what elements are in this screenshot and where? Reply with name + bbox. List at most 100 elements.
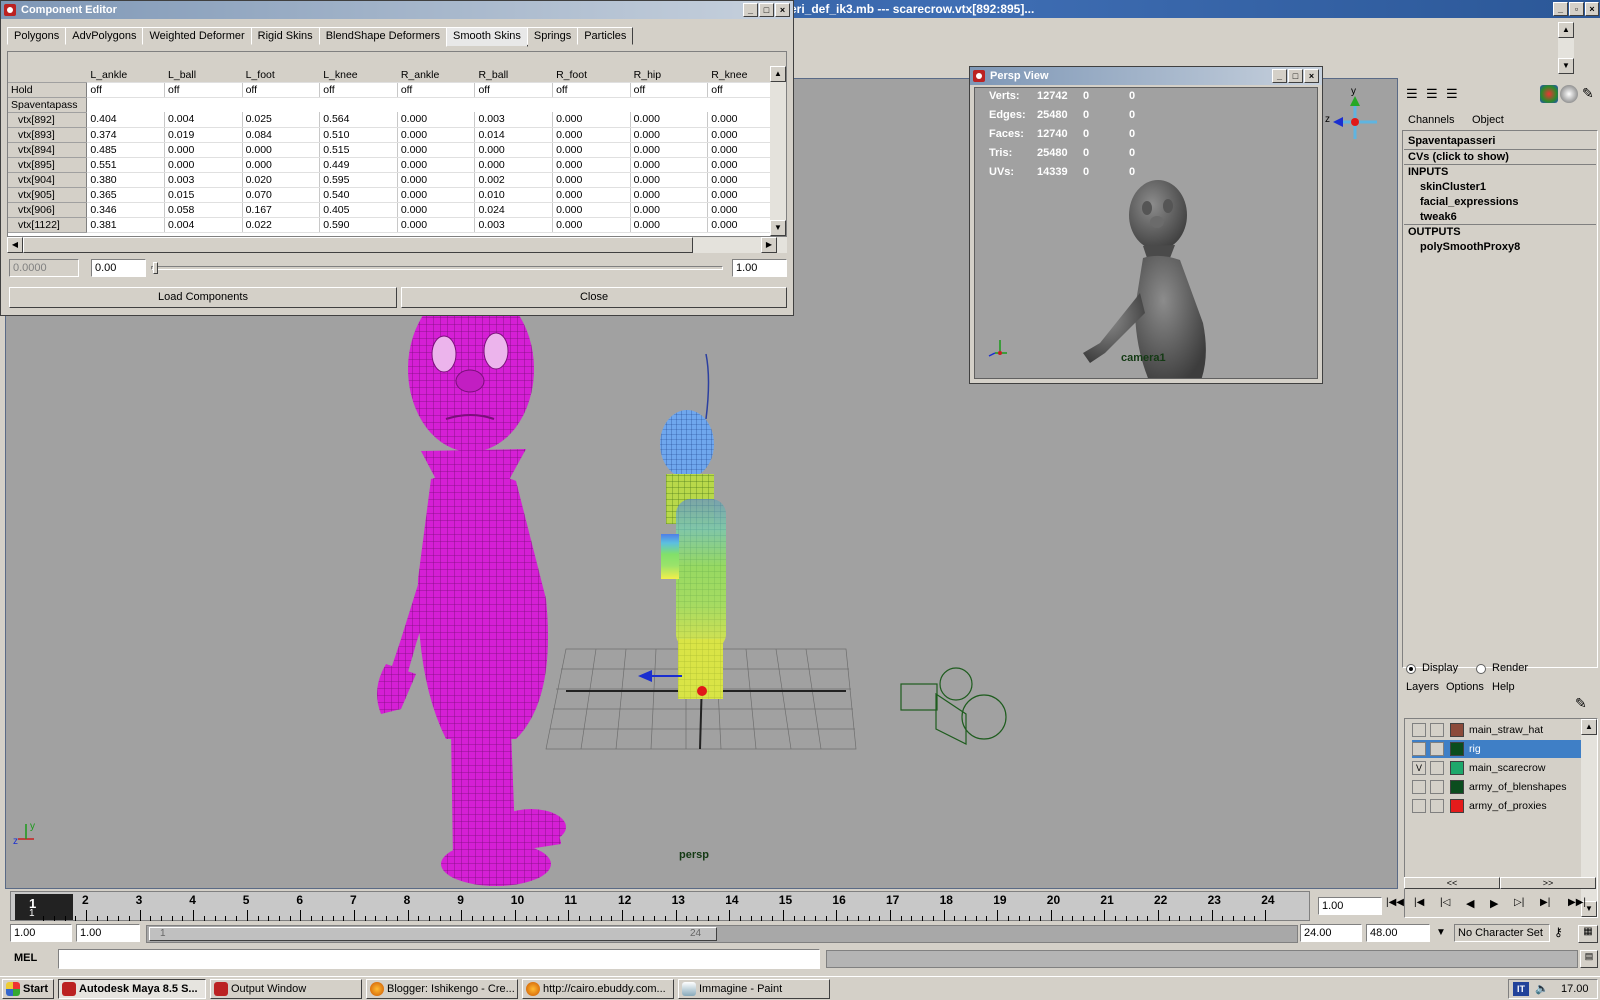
weight-cell[interactable]: 0.000 <box>397 127 476 143</box>
tab-smooth-skins[interactable]: Smooth Skins <box>446 27 528 47</box>
tab-weighted-deformer[interactable]: Weighted Deformer <box>142 27 252 45</box>
task-maya[interactable]: Autodesk Maya 8.5 S... <box>58 979 206 999</box>
weight-cell[interactable]: 0.000 <box>630 172 709 188</box>
weight-cell[interactable]: 0.000 <box>630 217 709 233</box>
playback-start-field[interactable]: 1.00 <box>76 924 140 942</box>
render-icon[interactable] <box>1540 85 1558 103</box>
language-indicator[interactable]: IT <box>1513 982 1529 996</box>
end-time-field[interactable]: 48.00 <box>1366 924 1430 942</box>
weight-cell[interactable]: 0.381 <box>86 217 166 233</box>
table-row[interactable]: vtx[1122] 0.381 0.004 0.022 0.590 0.000 0.003 0… <box>8 217 786 233</box>
playback-end-field[interactable]: 24.00 <box>1300 924 1362 942</box>
slider-max-field[interactable]: 1.00 <box>732 259 787 277</box>
persp-view-titlebar[interactable]: Persp View _ □ × <box>970 67 1322 85</box>
render-radio[interactable] <box>1476 664 1486 674</box>
layers-menu[interactable]: Layers <box>1406 681 1439 693</box>
layer-playback-toggle[interactable] <box>1430 742 1444 756</box>
load-components-button[interactable]: Load Components <box>9 287 397 308</box>
pv-maximize-button[interactable]: □ <box>1288 69 1303 83</box>
layer-row[interactable]: rig <box>1412 740 1584 758</box>
layer-visibility-toggle[interactable] <box>1412 723 1426 737</box>
play-backwards-button[interactable]: ◀ <box>1466 897 1474 910</box>
column-header-l-foot[interactable]: L_foot <box>242 67 321 83</box>
task-ebuddy[interactable]: http://cairo.ebuddy.com... <box>522 979 674 999</box>
step-back-key-button[interactable]: |◁ <box>1440 897 1450 908</box>
weight-cell[interactable]: 0.020 <box>242 172 321 188</box>
layer-color-swatch[interactable] <box>1450 742 1464 756</box>
ce-minimize-button[interactable]: _ <box>743 3 758 17</box>
view-axis-gizmo[interactable]: y z <box>1325 84 1385 154</box>
weight-cell[interactable]: 0.000 <box>397 217 476 233</box>
vertex-row-header[interactable]: vtx[895] <box>8 157 88 173</box>
column-header-l-knee[interactable]: L_knee <box>319 67 398 83</box>
channels-menu[interactable]: Channels <box>1408 114 1454 126</box>
table-scroll-right[interactable]: ▶ <box>761 237 777 253</box>
layer-visibility-toggle[interactable]: V <box>1412 761 1426 775</box>
step-back-button[interactable]: |◀ <box>1414 897 1424 908</box>
weight-cell[interactable]: 0.000 <box>474 142 554 158</box>
hold-cell[interactable]: off <box>319 82 398 98</box>
persp-view-viewport[interactable]: Verts: 12742 0 0 Edges: 25480 0 0 Faces: 12740 0 0 T… <box>974 87 1318 379</box>
weight-cell[interactable]: 0.000 <box>397 112 476 128</box>
weight-cell[interactable]: 0.084 <box>242 127 321 143</box>
column-header-r-ankle[interactable]: R_ankle <box>397 67 476 83</box>
weight-cell[interactable]: 0.003 <box>164 172 243 188</box>
weight-cell[interactable]: 0.590 <box>319 217 398 233</box>
tab-rigid-skins[interactable]: Rigid Skins <box>250 27 320 45</box>
options-menu[interactable]: Options <box>1446 681 1484 693</box>
column-header-r-hip[interactable]: R_hip <box>630 67 709 83</box>
weight-cell[interactable]: 0.004 <box>164 112 243 128</box>
weight-cell[interactable]: 0.510 <box>319 127 398 143</box>
weight-cell[interactable]: 0.000 <box>552 172 631 188</box>
play-forwards-button[interactable]: ▶ <box>1490 897 1498 910</box>
vertex-row-header[interactable]: vtx[904] <box>8 172 88 188</box>
vertex-row-header[interactable]: vtx[906] <box>8 202 88 218</box>
collapse-right-button[interactable]: >> <box>1500 877 1596 889</box>
hold-cell[interactable]: off <box>397 82 476 98</box>
shelf-scroll-down[interactable]: ▼ <box>1558 58 1574 74</box>
range-slider-track[interactable]: 1 24 <box>146 925 1298 943</box>
weight-value-field[interactable]: 0.0000 <box>9 259 79 277</box>
layer-visibility-toggle[interactable] <box>1412 799 1426 813</box>
weight-cell[interactable]: 0.540 <box>319 187 398 203</box>
character-set-dropdown-arrow[interactable]: ▼ <box>1432 924 1450 942</box>
weight-cell[interactable]: 0.515 <box>319 142 398 158</box>
vertex-row-header[interactable]: vtx[905] <box>8 187 88 203</box>
weight-cell[interactable]: 0.000 <box>397 172 476 188</box>
vertex-row-header[interactable]: vtx[894] <box>8 142 88 158</box>
weight-cell[interactable]: 0.002 <box>474 172 554 188</box>
column-header-l-ankle[interactable]: L_ankle <box>86 67 166 83</box>
weight-cell[interactable]: 0.019 <box>164 127 243 143</box>
weight-cell[interactable]: 0.022 <box>242 217 321 233</box>
weight-cell[interactable]: 0.000 <box>552 187 631 203</box>
weight-slider-track[interactable] <box>151 266 723 270</box>
anim-prefs-icon[interactable]: ▦ <box>1578 925 1598 943</box>
layer-color-swatch[interactable] <box>1450 761 1464 775</box>
magenta-scarecrow-mesh[interactable] <box>377 286 566 886</box>
layer-color-swatch[interactable] <box>1450 780 1464 794</box>
weight-cell[interactable]: 0.000 <box>552 202 631 218</box>
layer-playback-toggle[interactable] <box>1430 799 1444 813</box>
weight-cell[interactable]: 0.564 <box>319 112 398 128</box>
weight-cell[interactable]: 0.551 <box>86 157 166 173</box>
main-maximize-button[interactable]: ▫ <box>1569 2 1584 16</box>
layer-playback-toggle[interactable] <box>1430 780 1444 794</box>
character-set-field[interactable]: No Character Set <box>1454 924 1550 942</box>
weight-cell[interactable]: 0.000 <box>397 187 476 203</box>
component-editor-titlebar[interactable]: Component Editor _ □ × <box>1 1 793 19</box>
weight-cell[interactable]: 0.003 <box>474 217 554 233</box>
layer-color-swatch[interactable] <box>1450 799 1464 813</box>
new-layer-icon[interactable]: ✎ <box>1575 695 1597 715</box>
weight-cell[interactable]: 0.004 <box>164 217 243 233</box>
weight-cell[interactable]: 0.000 <box>630 112 709 128</box>
weight-cell[interactable]: 0.000 <box>630 202 709 218</box>
weight-cell[interactable]: 0.000 <box>242 157 321 173</box>
vertex-row-header[interactable]: vtx[893] <box>8 127 88 143</box>
weight-cell[interactable]: 0.000 <box>397 157 476 173</box>
toolbox-icons[interactable]: ✎ <box>1540 84 1600 104</box>
main-close-button[interactable]: × <box>1585 2 1599 16</box>
current-time-field[interactable]: 1.00 <box>1318 897 1382 915</box>
volume-icon[interactable]: 🔈 <box>1535 982 1549 995</box>
table-row[interactable]: vtx[894] 0.485 0.000 0.000 0.515 0.000 0.000 0.… <box>8 142 786 158</box>
task-output-window[interactable]: Output Window <box>210 979 362 999</box>
